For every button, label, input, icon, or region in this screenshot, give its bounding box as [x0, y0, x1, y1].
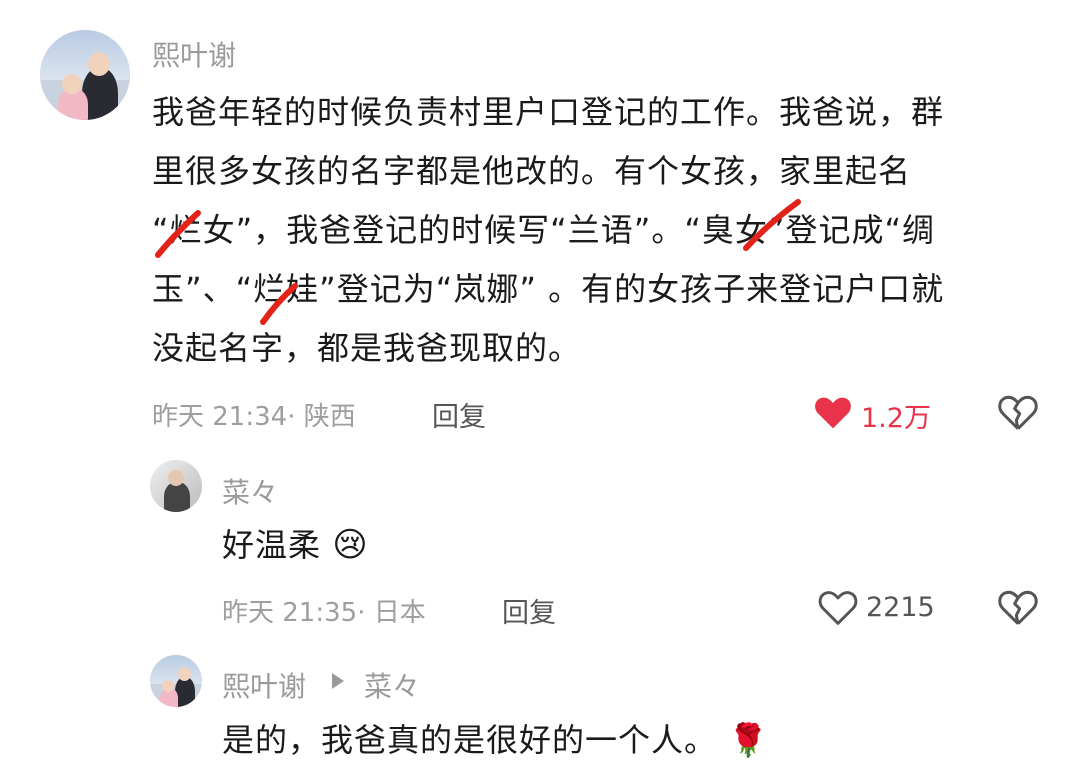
like-count: 2215: [866, 592, 935, 623]
reply-text-row: 好温柔 😢: [222, 516, 369, 575]
comment-line: 玉”、“烂娃”登记为“岚娜” 。有的女孩子来登记户口就: [152, 270, 945, 308]
broken-heart-icon[interactable]: [998, 393, 1038, 431]
heart-outline-icon[interactable]: [818, 589, 858, 625]
heart-filled-icon[interactable]: [813, 394, 853, 430]
comment-text: 我爸年轻的时候负责村里户口登记的工作。我爸说，群 里很多女孩的名字都是他改的。有…: [152, 83, 1062, 378]
reply-button[interactable]: 回复: [432, 395, 486, 434]
reply-author[interactable]: 菜々: [222, 471, 278, 511]
comment-line: 里很多女孩的名字都是他改的。有个女孩，家里起名: [152, 152, 912, 190]
comment-time-location: 昨天 21:34· 陕西: [152, 402, 356, 432]
reply-to-name[interactable]: 菜々: [364, 665, 420, 705]
reply-button[interactable]: 回复: [502, 591, 556, 630]
reply-author[interactable]: 熙叶谢: [222, 665, 306, 705]
like-count: 1.2万: [861, 403, 931, 434]
avatar[interactable]: [40, 30, 130, 120]
reply-time-location: 昨天 21:35· 日本: [222, 598, 426, 628]
crying-emoji-icon: 😢: [332, 525, 369, 565]
comment-author[interactable]: 熙叶谢: [152, 34, 236, 74]
avatar[interactable]: [150, 655, 202, 707]
broken-heart-icon[interactable]: [998, 588, 1038, 626]
avatar[interactable]: [150, 460, 202, 512]
comment-line: “烂女”，我爸登记的时候写“兰语”。“臭女”登记成“绸: [152, 211, 936, 249]
rose-icon: 🌹: [728, 721, 770, 759]
reply-text: 好温柔: [222, 526, 322, 564]
play-arrow-icon: [332, 673, 344, 689]
reply-text-row: 是的，我爸真的是很好的一个人。 🌹: [222, 711, 769, 770]
comment-line: 我爸年轻的时候负责村里户口登记的工作。我爸说，群: [152, 93, 945, 131]
reply-text: 是的，我爸真的是很好的一个人。: [222, 721, 718, 759]
comment-line: 没起名字，都是我爸现取的。: [152, 329, 582, 367]
